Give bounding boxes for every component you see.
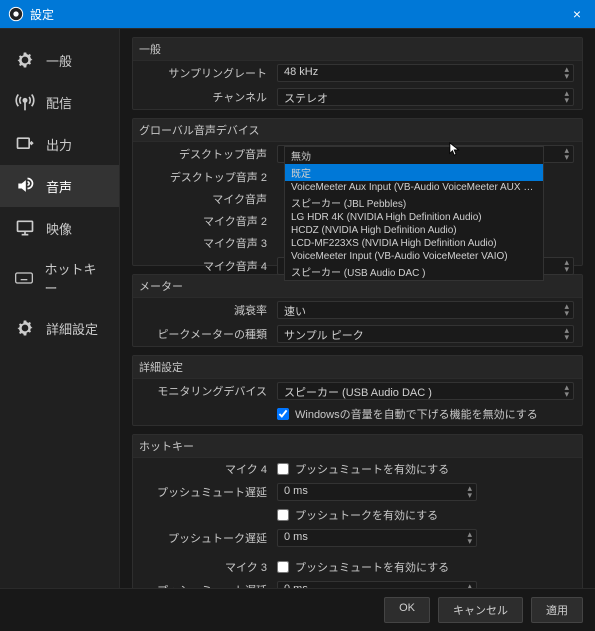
chevron-updown-icon: ▴▾ — [564, 303, 569, 317]
mic4-ptm-checkbox[interactable] — [277, 463, 289, 475]
gear-icon — [14, 49, 36, 71]
monitor-device-label: モニタリングデバイス — [141, 383, 271, 399]
sample-rate-select[interactable]: 48 kHz▴▾ — [277, 64, 574, 82]
sidebar-item-output[interactable]: 出力 — [0, 123, 119, 165]
sidebar-label: ホットキー — [44, 259, 105, 297]
sidebar-item-video[interactable]: 映像 — [0, 207, 119, 249]
sidebar-item-audio[interactable]: 音声 — [0, 165, 119, 207]
chevron-updown-icon: ▴▾ — [564, 66, 569, 80]
chevron-updown-icon: ▴▾ — [564, 147, 569, 161]
chevron-updown-icon: ▴▾ — [564, 327, 569, 341]
dropdown-item[interactable]: LCD-MF223XS (NVIDIA High Definition Audi… — [285, 237, 543, 250]
dropdown-item[interactable]: スピーカー (USB Audio DAC ) — [285, 263, 543, 280]
content-area: 一般 サンプリングレート 48 kHz▴▾ チャンネル ステレオ▴▾ グローバル… — [120, 28, 595, 588]
ptt-delay-label: プッシュトーク遅延 — [141, 530, 271, 546]
hotkey-mic4-label: マイク 4 — [141, 461, 271, 477]
channel-label: チャンネル — [141, 89, 271, 105]
footer: OK キャンセル 適用 — [0, 588, 595, 631]
keyboard-icon — [14, 267, 34, 289]
sidebar-item-general[interactable]: 一般 — [0, 39, 119, 81]
dropdown-item[interactable]: HCDZ (NVIDIA High Definition Audio) — [285, 224, 543, 237]
chevron-updown-icon: ▴▾ — [564, 90, 569, 104]
apply-button[interactable]: 適用 — [531, 597, 583, 623]
section-hotkey: ホットキー マイク 4 プッシュミュートを有効にする プッシュミュート遅延 0 … — [132, 434, 583, 588]
settings-window: 設定 × 一般 配信 出力 音声 映像 — [0, 0, 595, 631]
sidebar-item-stream[interactable]: 配信 — [0, 81, 119, 123]
cancel-button[interactable]: キャンセル — [438, 597, 523, 623]
mic4-label: マイク音声 4 — [141, 258, 271, 274]
speaker-icon — [14, 175, 36, 197]
sidebar-item-advanced[interactable]: 詳細設定 — [0, 307, 119, 349]
desktop2-dropdown[interactable]: 無効 既定 VoiceMeeter Aux Input (VB-Audio Vo… — [284, 146, 544, 281]
mic1-label: マイク音声 — [141, 191, 271, 207]
chevron-updown-icon: ▴▾ — [467, 583, 472, 588]
dropdown-item[interactable]: LG HDR 4K (NVIDIA High Definition Audio) — [285, 211, 543, 224]
section-advanced: 詳細設定 モニタリングデバイス スピーカー (USB Audio DAC )▴▾… — [132, 355, 583, 426]
close-icon[interactable]: × — [567, 6, 587, 22]
monitor-device-select[interactable]: スピーカー (USB Audio DAC )▴▾ — [277, 382, 574, 400]
mic3-ptm-checkbox[interactable] — [277, 561, 289, 573]
mic4-ptm-delay-spin[interactable]: 0 ms▴▾ — [277, 483, 477, 501]
chevron-updown-icon: ▴▾ — [467, 531, 472, 545]
hotkey-mic3-label: マイク 3 — [141, 559, 271, 575]
chevron-updown-icon: ▴▾ — [564, 259, 569, 273]
peak-type-select[interactable]: サンプル ピーク▴▾ — [277, 325, 574, 343]
sidebar-label: 詳細設定 — [46, 319, 98, 338]
chevron-updown-icon: ▴▾ — [564, 384, 569, 398]
mic4-ptt-checkbox[interactable] — [277, 509, 289, 521]
titlebar: 設定 × — [0, 0, 595, 28]
mic3-label: マイク音声 3 — [141, 235, 271, 251]
app-icon — [8, 6, 24, 22]
desktop2-label: デスクトップ音声 2 — [141, 169, 271, 185]
ok-button[interactable]: OK — [384, 597, 430, 623]
disable-ducking-checkbox[interactable] — [277, 408, 289, 420]
antenna-icon — [14, 91, 36, 113]
sidebar-item-hotkeys[interactable]: ホットキー — [0, 249, 119, 307]
section-meter: メーター 減衰率 速い▴▾ ピークメーターの種類 サンプル ピーク▴▾ — [132, 274, 583, 347]
desktop1-label: デスクトップ音声 — [141, 146, 271, 162]
mic4-ptt-delay-spin[interactable]: 0 ms▴▾ — [277, 529, 477, 547]
section-header: 一般 — [133, 38, 582, 61]
mic3-ptm-delay-spin[interactable]: 0 ms▴▾ — [277, 581, 477, 588]
dropdown-item[interactable]: スピーカー (JBL Pebbles) — [285, 194, 543, 211]
sidebar-label: 音声 — [46, 177, 72, 196]
decay-select[interactable]: 速い▴▾ — [277, 301, 574, 319]
section-header: ホットキー — [133, 435, 582, 458]
ptm-delay-label: プッシュミュート遅延 — [141, 484, 271, 500]
section-general: 一般 サンプリングレート 48 kHz▴▾ チャンネル ステレオ▴▾ — [132, 37, 583, 110]
sidebar-label: 一般 — [46, 51, 72, 70]
advanced-icon — [14, 317, 36, 339]
dropdown-item[interactable]: 無効 — [285, 147, 543, 164]
channel-select[interactable]: ステレオ▴▾ — [277, 88, 574, 106]
window-title: 設定 — [30, 6, 54, 23]
sample-rate-label: サンプリングレート — [141, 65, 271, 81]
peak-type-label: ピークメーターの種類 — [141, 326, 271, 342]
dropdown-item[interactable]: 既定 — [285, 164, 543, 181]
section-header: グローバル音声デバイス — [133, 119, 582, 142]
disable-ducking-label: Windowsの音量を自動で下げる機能を無効にする — [295, 406, 538, 422]
dropdown-item[interactable]: VoiceMeeter Input (VB-Audio VoiceMeeter … — [285, 250, 543, 263]
section-header: 詳細設定 — [133, 356, 582, 379]
chevron-updown-icon: ▴▾ — [467, 485, 472, 499]
decay-label: 減衰率 — [141, 302, 271, 318]
sidebar-label: 映像 — [46, 219, 72, 238]
sidebar-label: 配信 — [46, 93, 72, 112]
mic2-label: マイク音声 2 — [141, 213, 271, 229]
output-icon — [14, 133, 36, 155]
sidebar-label: 出力 — [46, 135, 72, 154]
sidebar: 一般 配信 出力 音声 映像 ホットキー — [0, 28, 120, 588]
dropdown-item[interactable]: VoiceMeeter Aux Input (VB-Audio VoiceMee… — [285, 181, 543, 194]
monitor-icon — [14, 217, 36, 239]
